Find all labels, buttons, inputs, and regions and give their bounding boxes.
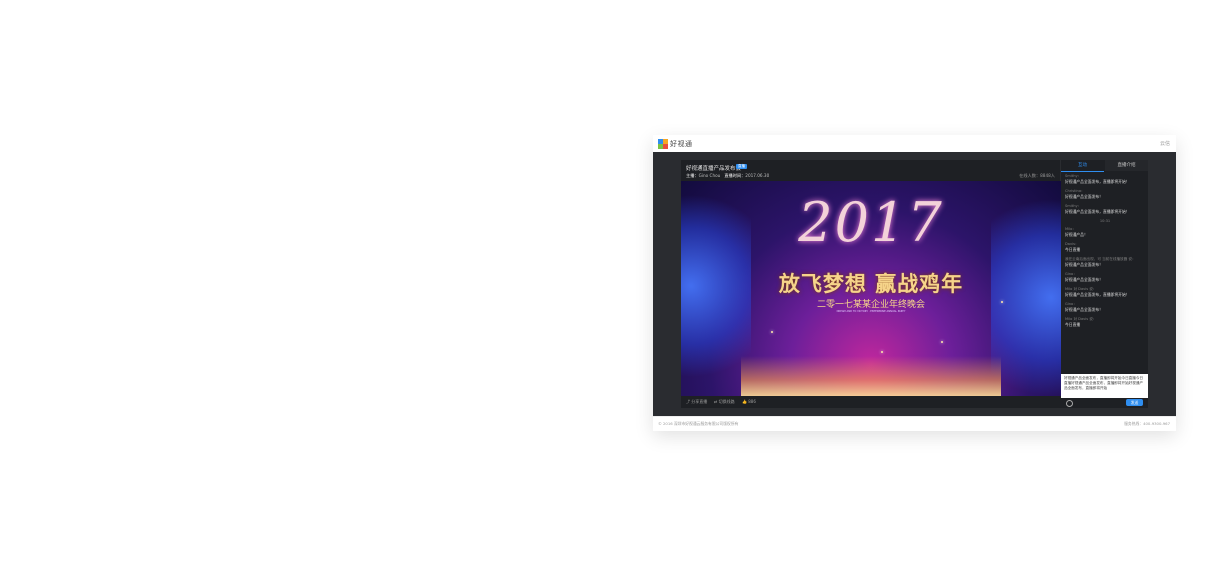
message-text: 好视通产品全面发布！ (1065, 307, 1103, 312)
service-hotline: 服务热线：400-9300-967 (1124, 421, 1170, 426)
chat-input[interactable]: 好视通产品全面发布，直播即将开始今日直播今日直播好视通产品全面发布，直播即将开始… (1061, 374, 1148, 398)
host-name: Gino Chou (698, 173, 721, 178)
brand-name: 好视通 (670, 140, 693, 148)
list-item: Smithy： 好视通产品全面发布，直播即将开始！ (1065, 204, 1145, 215)
message-text: 好视通产品全面发布，直播即将开始！ (1065, 209, 1130, 214)
top-right-link[interactable]: 云信 (1160, 140, 1170, 147)
message-text: 好视通产品全面发布，直播即将开始！ (1065, 292, 1130, 297)
list-item: Gino： 好视通产品全面发布！ (1065, 302, 1145, 313)
chat-footer: 发送 (1061, 398, 1148, 408)
share-button[interactable]: ⤴ 分享直播 (686, 399, 707, 405)
poster-year: 2017 (798, 191, 944, 254)
video-header: 好视通直播产品发布会 直播 主播：Gino Chou 直播时间：2017.06.… (681, 160, 1060, 181)
list-item: 我在云南后面出现，可 当前在线播放器 说： 好视通产品全面发布！ (1065, 257, 1145, 268)
time-label: 直播时间： (724, 173, 746, 178)
share-label: 分享直播 (691, 399, 708, 404)
app-window: 好视通 云信 好视通直播产品发布会 直播 主播：Gino Chou 直播时间：2… (653, 135, 1176, 431)
list-item: Davis： 今日直播 (1065, 242, 1145, 253)
sparkle (771, 331, 773, 333)
message-text: 好视通产品！ (1065, 232, 1088, 237)
list-item: Milo 对 Davis 说： 今日直播 (1065, 317, 1145, 328)
message-text: 好视通产品全面发布！ (1065, 194, 1103, 199)
thumbs-up-icon: 👍 (742, 399, 747, 404)
message-text: 今日直播 (1065, 247, 1081, 252)
viewer-count: 在线人数：8848人 (1019, 173, 1055, 178)
list-item: Christina： 好视通产品全面发布！ (1065, 189, 1145, 200)
stream-title: 好视通直播产品发布会 (686, 166, 742, 172)
message-text: 好视通产品全面发布，直播即将开始！ (1065, 179, 1130, 184)
sparkle (941, 341, 943, 343)
switch-label: 切换线路 (718, 399, 735, 404)
live-badge: 直播 (736, 164, 747, 169)
list-item: Milo 对 Davis 说： 好视通产品全面发布，直播即将开始！ (1065, 287, 1145, 298)
emoji-icon[interactable] (1066, 400, 1073, 407)
share-icon: ⤴ (686, 399, 690, 404)
video-controls: ⤴ 分享直播 ⇄ 切换线路 👍 886 (681, 396, 1061, 408)
chat-tabs: 互动 直播介绍 (1061, 160, 1148, 172)
time-value: 2017.06.30 (745, 173, 770, 178)
top-bar: 好视通 云信 (653, 135, 1176, 153)
like-button[interactable]: 👍 886 (742, 399, 756, 404)
tab-introduction[interactable]: 直播介绍 (1105, 160, 1148, 171)
list-item: Gino： 好视通产品全面发布！ (1065, 272, 1145, 283)
video-player[interactable]: 2017 放飞梦想 赢战鸡年 二零一七某某企业年终晚会 DREAM AND TO… (681, 181, 1061, 396)
message-text: 好视通产品全面发布！ (1065, 277, 1103, 282)
switch-icon: ⇄ (714, 399, 718, 404)
list-item: Smithy： 好视通产品全面发布，直播即将开始！ (1065, 174, 1145, 185)
message-text: 今日直播 (1065, 322, 1081, 327)
stream-meta: 主播：Gino Chou 直播时间：2017.06.30 (686, 173, 769, 179)
logo-icon (658, 139, 668, 149)
like-count: 886 (748, 399, 756, 404)
stage: 好视通直播产品发布会 直播 主播：Gino Chou 直播时间：2017.06.… (653, 152, 1176, 416)
host-label: 主播： (686, 173, 699, 178)
list-item: Milo： 好视通产品！ (1065, 227, 1145, 238)
send-button[interactable]: 发送 (1126, 399, 1143, 406)
time-separator: 10:31 (1099, 219, 1111, 223)
message-text: 好视通产品全面发布！ (1065, 262, 1103, 267)
tab-interaction[interactable]: 互动 (1061, 160, 1104, 172)
page-footer: © 2016 深圳市好视通云服务有限公司版权所有 服务热线：400-9300-9… (653, 416, 1176, 431)
poster-subtitle: 二零一七某某企业年终晚会 (816, 300, 925, 310)
sparkle (881, 351, 883, 353)
poster-small-text: DREAM AND TO VICTORY · ENTERPRISE ANNUAL… (836, 310, 906, 313)
poster-slogan: 放飞梦想 赢战鸡年 (778, 272, 964, 296)
switch-line-button[interactable]: ⇄ 切换线路 (714, 399, 735, 405)
chat-input-text: 好视通产品全面发布，直播即将开始今日直播今日直播好视通产品全面发布，直播即将开始… (1064, 376, 1144, 390)
chat-panel: 互动 直播介绍 Smithy： 好视通产品全面发布，直播即将开始！ Christ… (1061, 160, 1148, 408)
city-glow (741, 356, 1001, 396)
copyright: © 2016 深圳市好视通云服务有限公司版权所有 (658, 421, 739, 426)
message-list: Smithy： 好视通产品全面发布，直播即将开始！ Christina： 好视通… (1065, 174, 1145, 332)
